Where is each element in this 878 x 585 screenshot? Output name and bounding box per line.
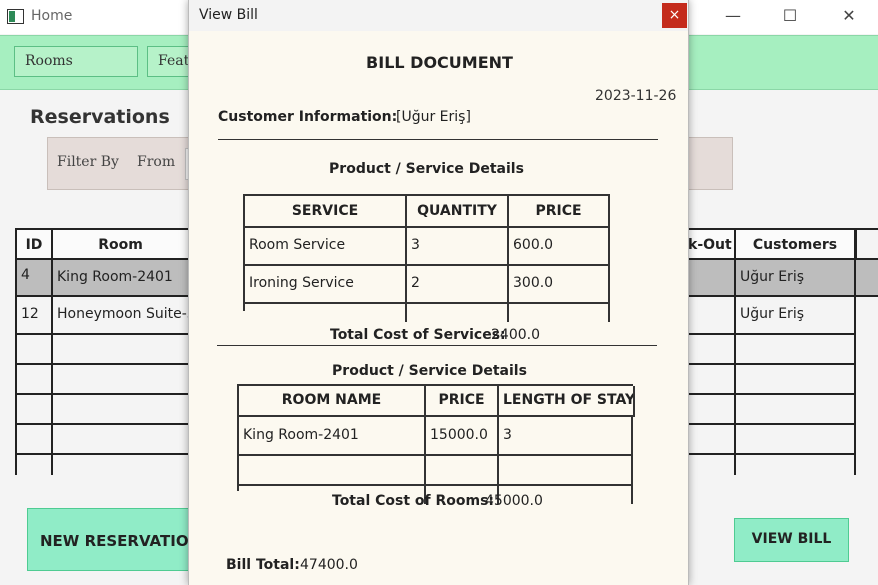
col-header-checkout[interactable]: Check-Out (688, 230, 736, 260)
col-header-room[interactable]: Room (53, 230, 190, 260)
empty-cell (688, 365, 736, 395)
view-bill-dialog: View Bill × BILL DOCUMENT 2023-11-26 Cus… (188, 0, 689, 585)
empty-cell (736, 425, 856, 455)
divider (217, 345, 657, 346)
empty-cell (53, 425, 190, 455)
bill-total-label: Bill Total: (226, 557, 300, 573)
window-title: Home (31, 8, 73, 24)
new-reservation-button[interactable]: NEW RESERVATION (27, 508, 197, 571)
close-window-button[interactable]: ✕ (829, 5, 869, 29)
filter-by-label: Filter By (57, 154, 119, 170)
services-col-quantity[interactable]: QUANTITY (407, 196, 509, 228)
bill-document-title: BILL DOCUMENT (366, 53, 513, 72)
rooms-table: ROOM NAME PRICE LENGTH OF STAY King Room… (237, 384, 635, 504)
dialog-titlebar: View Bill × (189, 0, 688, 31)
row2-room[interactable]: Honeymoon Suite-3 (53, 297, 190, 335)
empty-cell (736, 395, 856, 425)
bill-total-value: 47400.0 (300, 557, 358, 573)
empty-cell (688, 455, 736, 475)
table-corner (856, 230, 878, 260)
minimize-button[interactable]: — (713, 5, 753, 29)
reservations-table-left: ID Room 4 King Room-2401 12 Honeymoon Su… (15, 228, 190, 476)
services-row2-price: 300.0 (509, 266, 610, 304)
customer-info-label: Customer Information: (218, 109, 398, 125)
row1-id[interactable]: 4 (15, 260, 53, 297)
rooms-row1-price: 15000.0 (426, 417, 499, 456)
services-col-price[interactable]: PRICE (509, 196, 610, 228)
services-row2-service: Ironing Service (245, 266, 407, 304)
empty-cell (688, 395, 736, 425)
empty-cell (736, 335, 856, 365)
services-section-title: Product / Service Details (329, 161, 524, 177)
rooms-button[interactable]: Rooms (14, 46, 138, 77)
dialog-close-button[interactable]: × (662, 3, 687, 28)
row1-customer[interactable]: Uğur Eriş (736, 260, 856, 297)
empty-cell (407, 304, 509, 322)
rooms-section-title: Product / Service Details (332, 363, 527, 379)
empty-cell (736, 365, 856, 395)
services-col-service[interactable]: SERVICE (245, 196, 407, 228)
services-table: SERVICE QUANTITY PRICE Room Service 3 60… (243, 194, 610, 322)
empty-cell (53, 365, 190, 395)
customer-info-value: [Uğur Eriş] (396, 109, 471, 125)
empty-cell (239, 456, 426, 486)
empty-cell (509, 304, 610, 322)
reservations-table-right: Check-Out Customers Uğur Eriş Uğur Eriş (688, 228, 878, 476)
row1-checkout[interactable] (688, 260, 736, 297)
empty-cell (426, 456, 499, 486)
maximize-button[interactable]: ☐ (770, 5, 810, 29)
empty-cell (15, 395, 53, 425)
rooms-total-value: 45000.0 (485, 493, 543, 509)
col-header-customers[interactable]: Customers (736, 230, 856, 260)
rooms-col-room-name[interactable]: ROOM NAME (239, 386, 426, 417)
services-row2-quantity: 2 (407, 266, 509, 304)
empty-cell (53, 335, 190, 365)
rooms-row1-name: King Room-2401 (239, 417, 426, 456)
row2-customer[interactable]: Uğur Eriş (736, 297, 856, 335)
app-window-icon (7, 9, 24, 24)
rooms-col-length[interactable]: LENGTH OF STAY (499, 386, 635, 417)
rooms-col-price[interactable]: PRICE (426, 386, 499, 417)
bill-date: 2023-11-26 (595, 88, 677, 104)
empty-cell (53, 455, 190, 475)
rooms-total-label: Total Cost of Rooms: (332, 493, 495, 509)
reservations-heading: Reservations (30, 106, 170, 128)
empty-cell (53, 395, 190, 425)
row1-scroll-cell (856, 260, 878, 297)
empty-cell (688, 335, 736, 365)
rooms-row1-length: 3 (499, 417, 633, 456)
dialog-title: View Bill (199, 7, 258, 23)
empty-cell (15, 335, 53, 365)
services-row1-price: 600.0 (509, 228, 610, 266)
empty-cell (15, 365, 53, 395)
services-total-value: 2400.0 (491, 327, 540, 343)
empty-cell (15, 425, 53, 455)
row2-id[interactable]: 12 (15, 297, 53, 335)
divider (218, 139, 658, 140)
empty-cell (15, 455, 53, 475)
empty-cell (499, 456, 633, 486)
row1-room[interactable]: King Room-2401 (53, 260, 190, 297)
from-label: From (137, 154, 176, 170)
empty-cell (736, 455, 856, 475)
view-bill-button[interactable]: VIEW BILL (734, 518, 849, 562)
services-total-label: Total Cost of Services: (330, 327, 506, 343)
empty-cell (245, 304, 407, 322)
services-row1-quantity: 3 (407, 228, 509, 266)
row2-checkout[interactable] (688, 297, 736, 335)
col-header-id[interactable]: ID (15, 230, 53, 260)
services-row1-service: Room Service (245, 228, 407, 266)
empty-cell (688, 425, 736, 455)
